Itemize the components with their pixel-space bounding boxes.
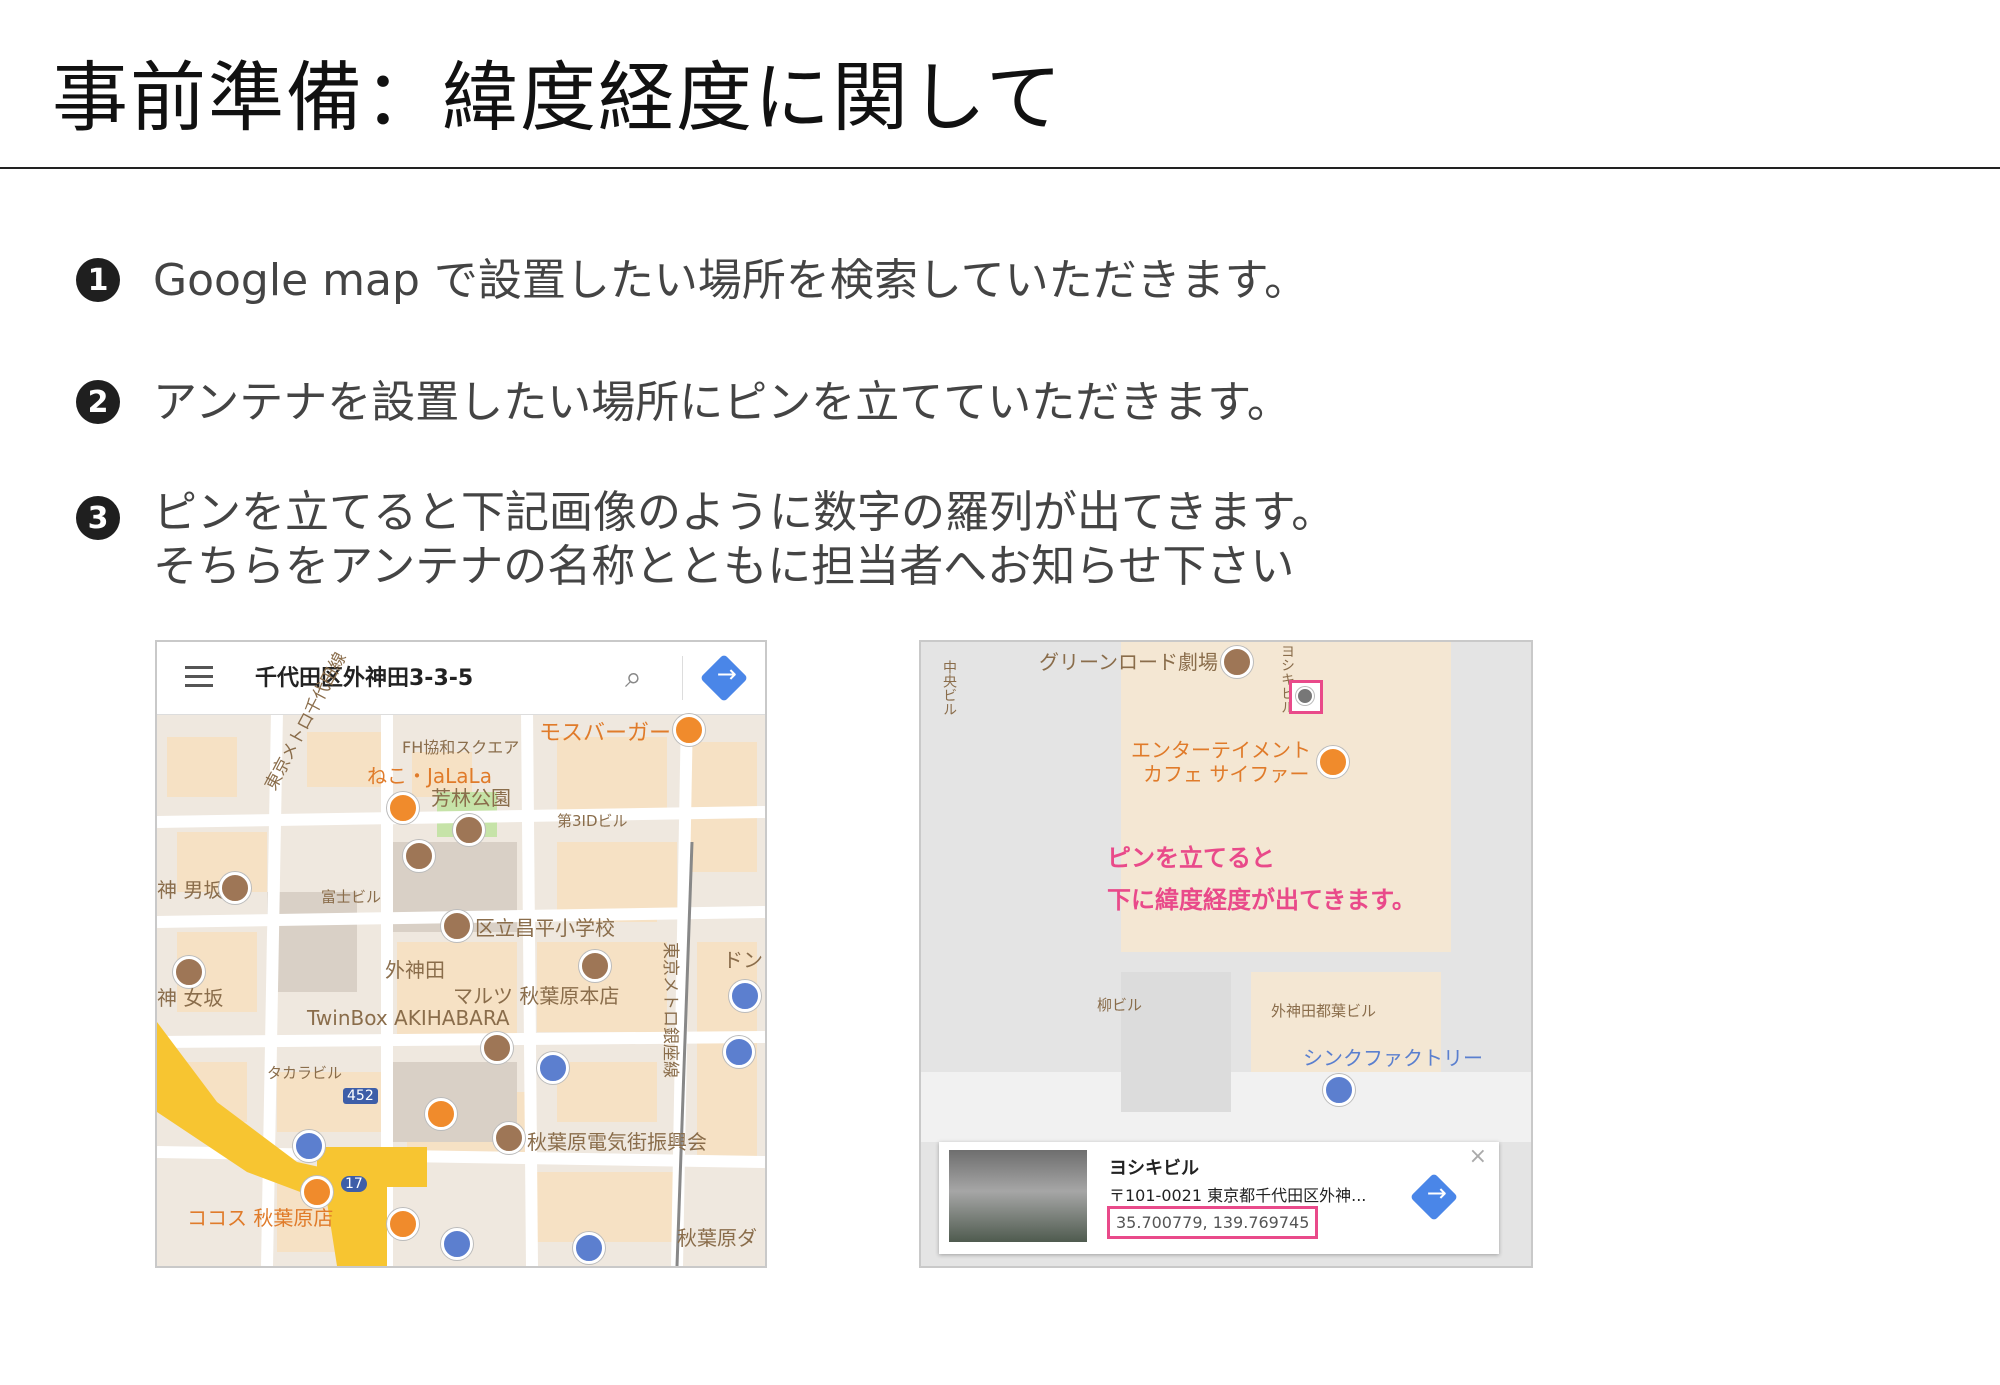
map-label-onnazaka: 神 女坂: [157, 986, 224, 1010]
map-label-chuo: 中央ビル: [941, 660, 957, 716]
restaurant-icon: [673, 714, 705, 746]
school-icon: [441, 910, 473, 942]
step-1-text: Google map で設置したい場所を検索していただきます。: [153, 255, 1309, 306]
shopping-icon-2: [293, 1130, 325, 1162]
map-label-ginza: 東京メトロ銀座線: [660, 942, 680, 1078]
search-address[interactable]: 千代田区外神田3-3-5: [255, 660, 473, 692]
google-map-search-screenshot: 千代田区外神田3-3-5 ⌕ モスバーガー FH協和スクエア ねこ・JaLaLa…: [155, 640, 767, 1268]
park-pin-icon: [453, 814, 485, 846]
bar-icon: [481, 1032, 513, 1064]
close-icon[interactable]: ×: [1469, 1144, 1487, 1169]
step-3-bullet: 3: [76, 496, 120, 540]
shopping-icon-map2: [1323, 1074, 1355, 1106]
map-label-don: ドン: [723, 948, 763, 972]
map-label-mos: モスバーガー: [539, 721, 672, 746]
google-map-pin-screenshot: グリーンロード劇場 ヨシキビル 中央ビル エンターテイメント カフェ サイファー…: [919, 640, 1533, 1268]
shopping-icon: [537, 1052, 569, 1084]
annotation-note-line1: ピンを立てると: [1107, 844, 1275, 872]
map-label-syncfactory: シンクファクトリー: [1303, 1046, 1483, 1070]
route-17-badge: 17: [341, 1176, 367, 1192]
directions-icon[interactable]: [699, 653, 749, 703]
page-title: 事前準備：緯度経度に関して: [52, 53, 1064, 142]
map-label-yanagi: 柳ビル: [1097, 996, 1143, 1014]
map-label-entertain-2: カフェ サイファー: [1143, 762, 1310, 786]
dropped-pin-icon: [1296, 687, 1314, 705]
shopping-icon-3: [441, 1228, 473, 1260]
search-icon[interactable]: ⌕: [625, 660, 642, 695]
map-label-sotokanda: 外神田: [385, 958, 445, 982]
step-1-bullet: 1: [76, 258, 120, 302]
dropped-pin-highlight: [1289, 680, 1323, 714]
place-address: 〒101-0021 東京都千代田区外神...: [1109, 1186, 1367, 1205]
temple-icon: [403, 840, 435, 872]
step-2-bullet: 2: [76, 380, 120, 424]
map-label-maruetsu: マルツ 秋葉原本店: [453, 984, 620, 1008]
step-2-text: アンテナを設置したい場所にピンを立てていただきます。: [153, 377, 1291, 428]
header-separator: [682, 656, 683, 700]
map-label-3id: 第3IDビル: [557, 812, 628, 830]
annotation-note-line2: 下に緯度経度が出てきます。: [1107, 886, 1416, 914]
cafe-icon: [387, 792, 419, 824]
restaurant-icon-4: [387, 1208, 419, 1240]
map-label-fh: FH協和スクエア: [402, 738, 520, 757]
map-label-school: 区立昌平小学校: [475, 916, 615, 940]
map-label-greenroad: グリーンロード劇場: [1039, 650, 1218, 674]
step-3-text-line1: ピンを立てると下記画像のように数字の羅列が出てきます。: [153, 487, 1336, 538]
map-label-takara: タカラビル: [267, 1064, 343, 1082]
map-label-otokozaka: 神 男坂: [157, 878, 224, 902]
restaurant-icon-2: [425, 1098, 457, 1130]
map-label-fuji: 富士ビル: [321, 888, 382, 906]
map-label-cocos: ココス 秋葉原店: [187, 1206, 334, 1230]
shopping-icon-5: [729, 980, 761, 1012]
map-label-sotokanda-toba: 外神田都葉ビル: [1271, 1002, 1377, 1020]
place-pin-icon: [579, 950, 611, 982]
step-3-text-line2: そちらをアンテナの名称とともに担当者へお知らせ下さい: [153, 541, 1295, 592]
shopping-icon-4: [573, 1232, 605, 1264]
place-info-card[interactable]: ヨシキビル 〒101-0021 東京都千代田区外神... 35.700779, …: [939, 1142, 1499, 1254]
route-452-badge: 452: [343, 1088, 378, 1104]
shrine-icon: [219, 872, 251, 904]
map-search-bar: 千代田区外神田3-3-5 ⌕: [157, 642, 765, 715]
place-name: ヨシキビル: [1109, 1158, 1199, 1179]
map-label-park: 芳林公園: [431, 786, 511, 810]
shopping-icon-6: [723, 1036, 755, 1068]
theater-icon: [1221, 646, 1253, 678]
title-divider: [0, 167, 2000, 169]
cafe-icon-2: [1317, 746, 1349, 778]
place-photo[interactable]: [949, 1150, 1087, 1242]
map-label-denki: 秋葉原電気街振興会: [527, 1130, 707, 1154]
map-label-twinbox: TwinBox AKIHABARA: [307, 1006, 510, 1030]
menu-icon[interactable]: [185, 666, 213, 688]
place-coordinates[interactable]: 35.700779, 139.769745: [1107, 1206, 1319, 1239]
directions-icon-card[interactable]: [1409, 1172, 1459, 1222]
map-label-akihabara: 秋葉原ダ: [677, 1226, 757, 1250]
place-pin-icon-2: [493, 1122, 525, 1154]
